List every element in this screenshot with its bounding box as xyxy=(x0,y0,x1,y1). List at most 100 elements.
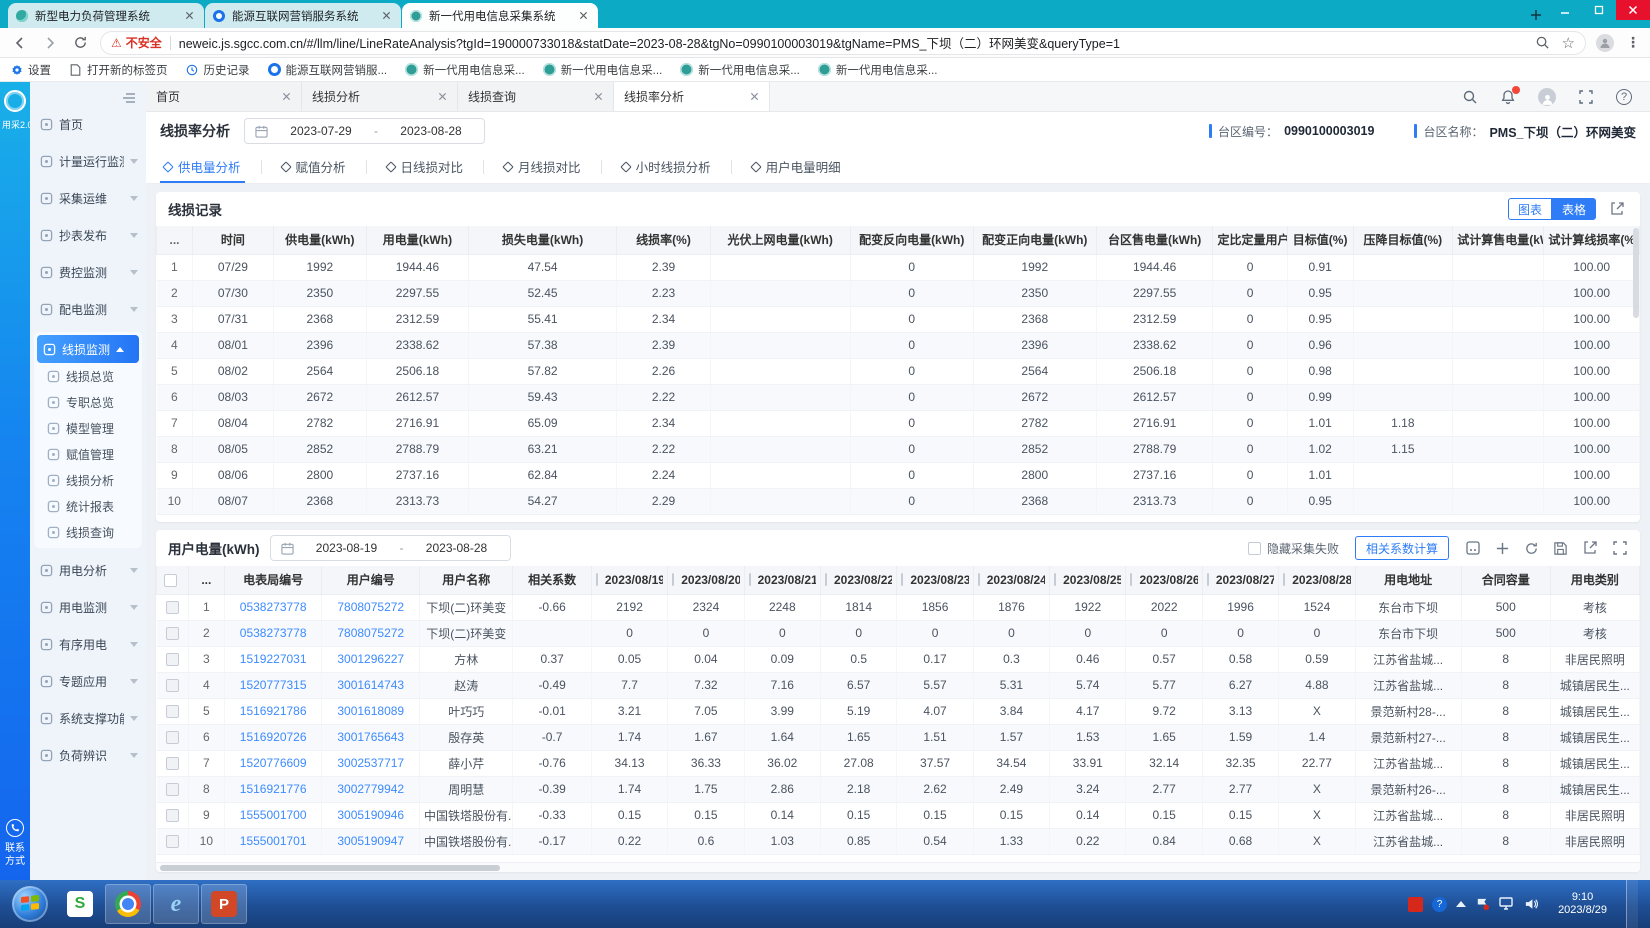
column-header[interactable]: 用户名称 xyxy=(420,566,513,594)
tab-close-button[interactable] xyxy=(750,92,759,101)
start-button[interactable] xyxy=(12,886,48,922)
user-avatar[interactable] xyxy=(1538,88,1556,106)
date-end[interactable]: 2023-08-28 xyxy=(414,541,500,555)
table-row[interactable]: 915550017003005190946中国铁塔股份有...-0.330.15… xyxy=(157,802,1640,828)
table-row[interactable]: 408/0123962338.6257.382.39023962338.6200… xyxy=(157,332,1640,358)
column-header[interactable]: ... xyxy=(157,226,193,254)
new-tab-button[interactable] xyxy=(1524,3,1548,27)
user-no-link[interactable]: 3001765643 xyxy=(322,724,420,750)
subtab-日线损对比[interactable]: 日线损对比 xyxy=(383,150,468,183)
date-range-picker[interactable]: 2023-07-29 - 2023-08-28 xyxy=(244,118,485,144)
input-method-icon[interactable] xyxy=(1408,897,1423,912)
user-no-link[interactable]: 3001618089 xyxy=(322,698,420,724)
sidebar-item-用电分析[interactable]: 用电分析 xyxy=(36,558,142,582)
table-row[interactable]: 708/0427822716.9165.092.34027822716.9101… xyxy=(157,410,1640,436)
user-no-link[interactable]: 3002779942 xyxy=(322,776,420,802)
table-row[interactable]: 415207773153001614743赵涛-0.497.77.327.166… xyxy=(157,672,1640,698)
column-header[interactable]: 2023/08/22 xyxy=(820,566,896,594)
row-checkbox[interactable] xyxy=(166,835,179,848)
horizontal-scrollbar[interactable] xyxy=(156,862,1640,872)
meter-no-link[interactable]: 1555001700 xyxy=(224,802,322,828)
bookmark-item[interactable]: 历史记录 xyxy=(186,62,250,78)
date-column-checkbox[interactable] xyxy=(825,573,827,586)
date-start[interactable]: 2023-07-29 xyxy=(278,124,364,138)
sidebar-item-系统支撑功能[interactable]: 系统支撑功能 xyxy=(36,706,142,730)
meter-no-link[interactable]: 1555001701 xyxy=(224,828,322,854)
profile-avatar[interactable] xyxy=(1596,34,1614,52)
meter-no-link[interactable]: 1516920726 xyxy=(224,724,322,750)
correlation-calc-button[interactable]: 相关系数计算 xyxy=(1355,536,1449,560)
bookmark-item[interactable]: 新一代用电信息采... xyxy=(543,62,663,78)
column-header[interactable]: 用电量(kWh) xyxy=(367,226,469,254)
sidebar-item-负荷辨识[interactable]: 负荷辨识 xyxy=(36,743,142,767)
column-header[interactable]: 用电类别 xyxy=(1550,566,1639,594)
tab-close-button[interactable] xyxy=(438,92,447,101)
meter-no-link[interactable]: 1520777315 xyxy=(224,672,322,698)
column-header[interactable]: 合同容量 xyxy=(1461,566,1550,594)
column-header[interactable]: 用电地址 xyxy=(1355,566,1461,594)
sidebar-subitem-统计报表[interactable]: 统计报表 xyxy=(37,493,139,519)
column-settings-icon[interactable] xyxy=(1465,540,1481,556)
show-desktop-button[interactable] xyxy=(1626,880,1638,928)
page-tab-线损分析[interactable]: 线损分析 xyxy=(302,82,458,111)
help-button[interactable]: ? xyxy=(1616,89,1632,105)
taskbar-ie-button[interactable]: e xyxy=(153,884,199,924)
bookmark-item[interactable]: 设置 xyxy=(10,62,51,78)
refresh-button[interactable] xyxy=(70,33,90,53)
sidebar-subitem-模型管理[interactable]: 模型管理 xyxy=(37,415,139,441)
date-column-checkbox[interactable] xyxy=(1130,573,1132,586)
bookmark-star-icon[interactable]: ☆ xyxy=(1562,34,1575,52)
close-button[interactable] xyxy=(1616,0,1650,20)
browser-tab[interactable]: 新一代用电信息采集系统 xyxy=(402,3,598,28)
column-header[interactable]: 2023/08/20 xyxy=(668,566,744,594)
search-icon[interactable] xyxy=(1462,89,1478,105)
column-header[interactable]: 电表局编号 xyxy=(224,566,322,594)
column-header[interactable]: 2023/08/23 xyxy=(897,566,973,594)
scrollbar-thumb[interactable] xyxy=(1633,228,1639,318)
fullscreen-icon[interactable] xyxy=(1612,540,1628,556)
table-row[interactable]: 715207766093002537717薛小芹-0.7634.1336.333… xyxy=(157,750,1640,776)
row-checkbox[interactable] xyxy=(166,705,179,718)
row-checkbox[interactable] xyxy=(166,809,179,822)
sidebar-item-配电监测[interactable]: 配电监测 xyxy=(36,297,142,321)
table-row[interactable]: 1015550017013005190947中国铁塔股份有...-0.170.2… xyxy=(157,828,1640,854)
page-tab-线损率分析[interactable]: 线损率分析 xyxy=(614,82,770,111)
meter-no-link[interactable]: 1519227031 xyxy=(224,646,322,672)
tab-close-button[interactable] xyxy=(182,9,196,23)
column-header[interactable]: 台区售电量(kWh) xyxy=(1096,226,1213,254)
volume-icon[interactable] xyxy=(1524,897,1539,911)
sidebar-item-有序用电[interactable]: 有序用电 xyxy=(36,632,142,656)
taskbar-wps-button[interactable]: S xyxy=(57,884,103,924)
tab-close-button[interactable] xyxy=(594,92,603,101)
back-button[interactable] xyxy=(10,33,30,53)
column-header[interactable]: 试计算售电量(kWh) xyxy=(1453,226,1544,254)
column-header[interactable]: 2023/08/24 xyxy=(973,566,1049,594)
contact-block[interactable]: 联系 方式 xyxy=(0,819,30,868)
chart-view-button[interactable]: 图表 xyxy=(1508,198,1552,220)
table-row[interactable]: 608/0326722612.5759.432.22026722612.5700… xyxy=(157,384,1640,410)
meter-no-link[interactable]: 1516921786 xyxy=(224,698,322,724)
row-checkbox[interactable] xyxy=(166,783,179,796)
table-row[interactable]: 815169217763002779942周明慧-0.391.741.752.8… xyxy=(157,776,1640,802)
forward-button[interactable] xyxy=(40,33,60,53)
scrollbar-thumb[interactable] xyxy=(160,865,500,871)
table-row[interactable]: 107/2919921944.4647.542.39019921944.4600… xyxy=(157,254,1640,280)
browser-tab[interactable]: 能源互联网营销服务系统 xyxy=(205,3,401,28)
date-column-checkbox[interactable] xyxy=(1207,573,1209,586)
show-hidden-icons-button[interactable] xyxy=(1456,901,1466,907)
row-checkbox[interactable] xyxy=(166,679,179,692)
vertical-scrollbar[interactable] xyxy=(1633,228,1639,514)
bookmark-item[interactable]: 新一代用电信息采... xyxy=(680,62,800,78)
date-column-checkbox[interactable] xyxy=(1283,573,1285,586)
sidebar-subitem-线损分析[interactable]: 线损分析 xyxy=(37,467,139,493)
subtab-赋值分析[interactable]: 赋值分析 xyxy=(278,150,350,183)
table-row[interactable]: 615169207263001765643殷存英-0.71.741.671.64… xyxy=(157,724,1640,750)
column-header[interactable]: 试计算线损率(%) xyxy=(1544,226,1640,254)
column-header[interactable]: 损失电量(kWh) xyxy=(468,226,617,254)
column-header[interactable]: 2023/08/19 xyxy=(591,566,667,594)
hide-failed-checkbox[interactable] xyxy=(1248,542,1261,555)
date-column-checkbox[interactable] xyxy=(1054,573,1056,586)
column-header[interactable]: 相关系数 xyxy=(513,566,591,594)
sidebar-item-采集运维[interactable]: 采集运维 xyxy=(36,186,142,210)
date-column-checkbox[interactable] xyxy=(978,573,980,586)
